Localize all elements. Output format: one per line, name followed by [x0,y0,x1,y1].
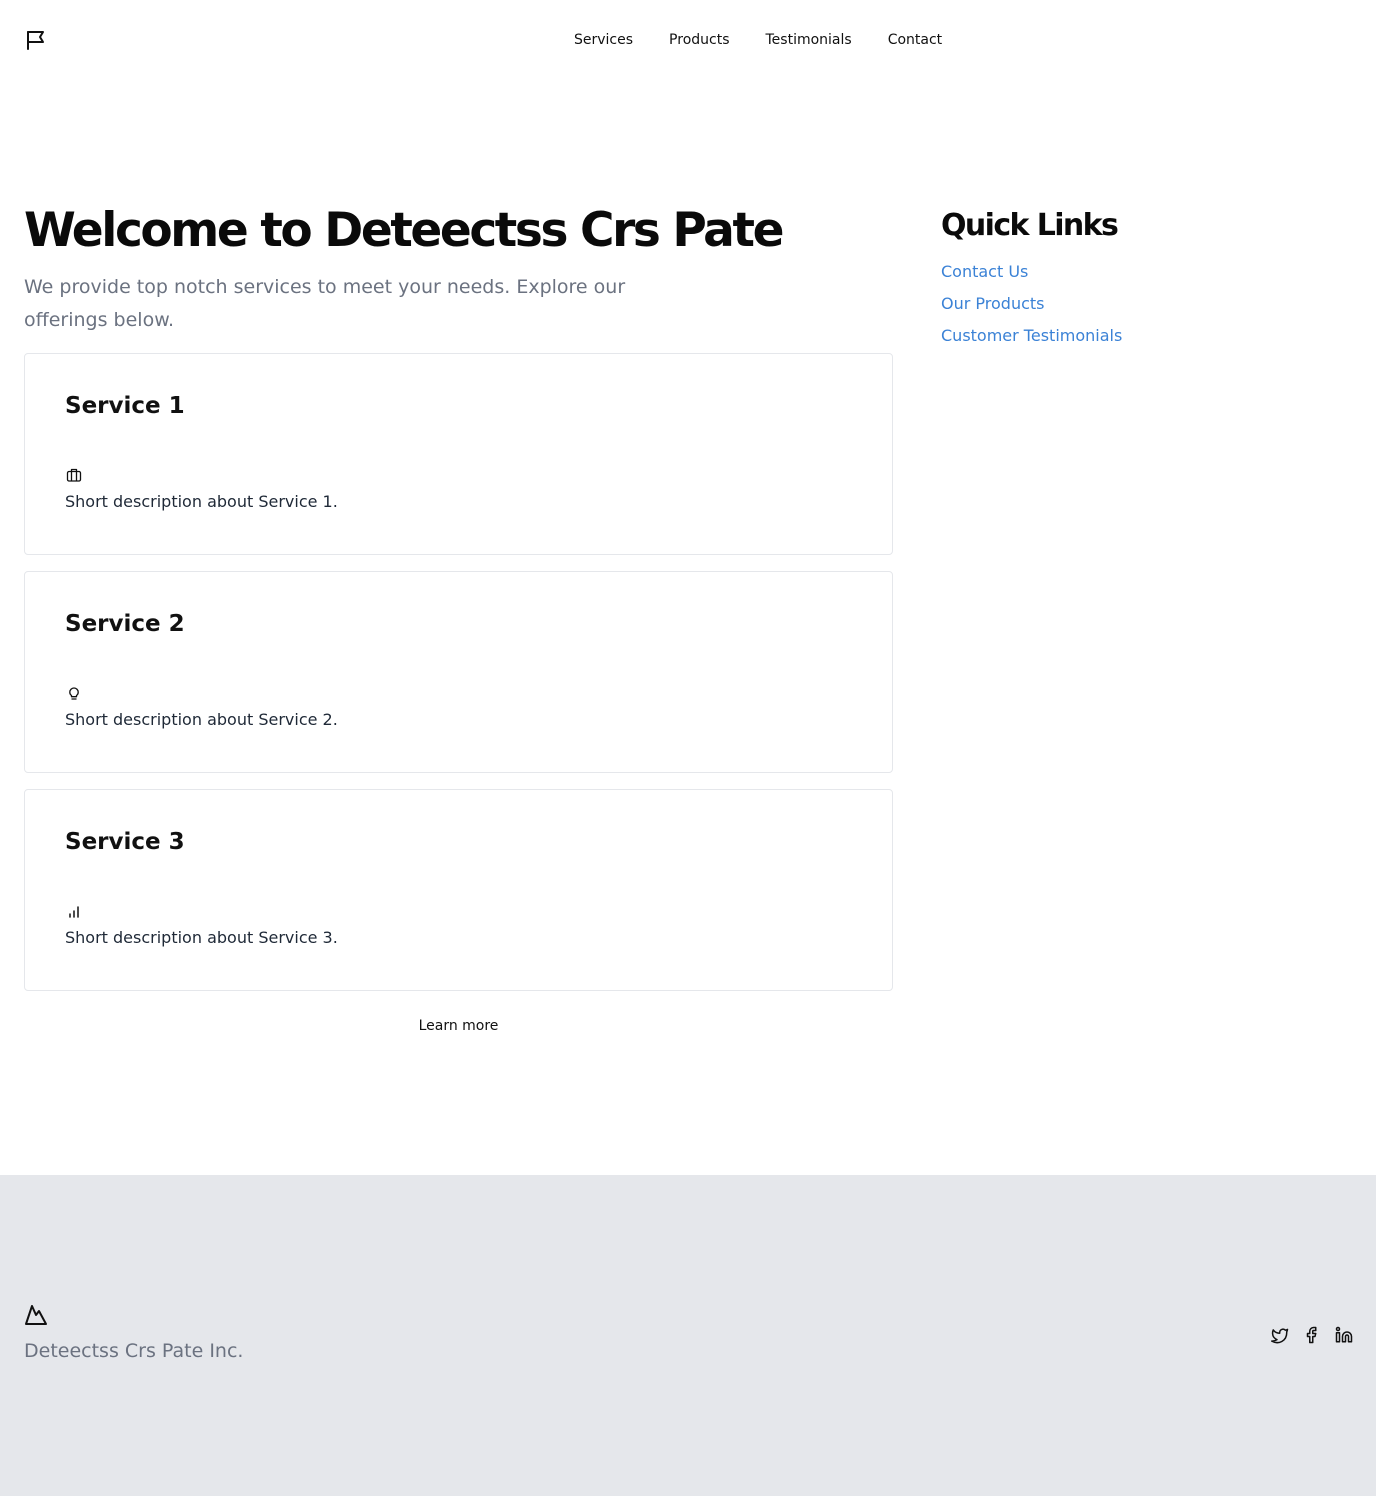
quick-link-our-products[interactable]: Our Products [941,294,1044,313]
flag-icon[interactable] [24,28,48,52]
learn-more-link[interactable]: Learn more [24,1016,893,1036]
service-description: Short description about Service 3. [65,928,338,947]
list-item: Customer Testimonials [941,324,1122,356]
facebook-icon[interactable] [1303,1326,1321,1344]
twitter-icon[interactable] [1271,1326,1289,1344]
service-card: Service 2 Short description about Servic… [24,571,893,773]
nav-link-services[interactable]: Services [556,30,651,50]
service-card: Service 3 Short description about Servic… [24,789,893,991]
main-nav: Services Products Testimonials Contact [556,30,960,50]
nav-link-testimonials[interactable]: Testimonials [748,30,870,50]
service-description: Short description about Service 1. [65,492,338,511]
service-title: Service 2 [65,611,185,637]
quick-links-list: Contact Us Our Products Customer Testimo… [941,260,1122,356]
quick-links-title: Quick Links [941,208,1119,243]
lightbulb-icon [69,687,79,700]
footer-company-name: Deteectss Crs Pate Inc. [24,1340,244,1362]
hero-subtitle: We provide top notch services to meet yo… [24,276,626,331]
mountain-icon[interactable] [24,1303,48,1327]
bar-chart-icon [69,906,79,918]
service-description: Short description about Service 2. [65,710,338,729]
services-list: Service 1 Short description about Servic… [24,353,893,1007]
service-card: Service 1 Short description about Servic… [24,353,893,555]
briefcase-icon [66,468,82,482]
site-header: Services Products Testimonials Contact [0,0,1376,80]
quick-link-customer-testimonials[interactable]: Customer Testimonials [941,326,1122,345]
site-footer: Deteectss Crs Pate Inc. [0,1175,1376,1496]
service-title: Service 1 [65,393,185,419]
linkedin-icon[interactable] [1335,1326,1353,1344]
hero-title: Welcome to Deteectss Crs Pate [24,203,784,258]
list-item: Contact Us [941,260,1122,292]
service-title: Service 3 [65,829,185,855]
nav-link-products[interactable]: Products [651,30,747,50]
quick-link-contact-us[interactable]: Contact Us [941,262,1028,281]
list-item: Our Products [941,292,1122,324]
nav-link-contact[interactable]: Contact [870,30,960,50]
